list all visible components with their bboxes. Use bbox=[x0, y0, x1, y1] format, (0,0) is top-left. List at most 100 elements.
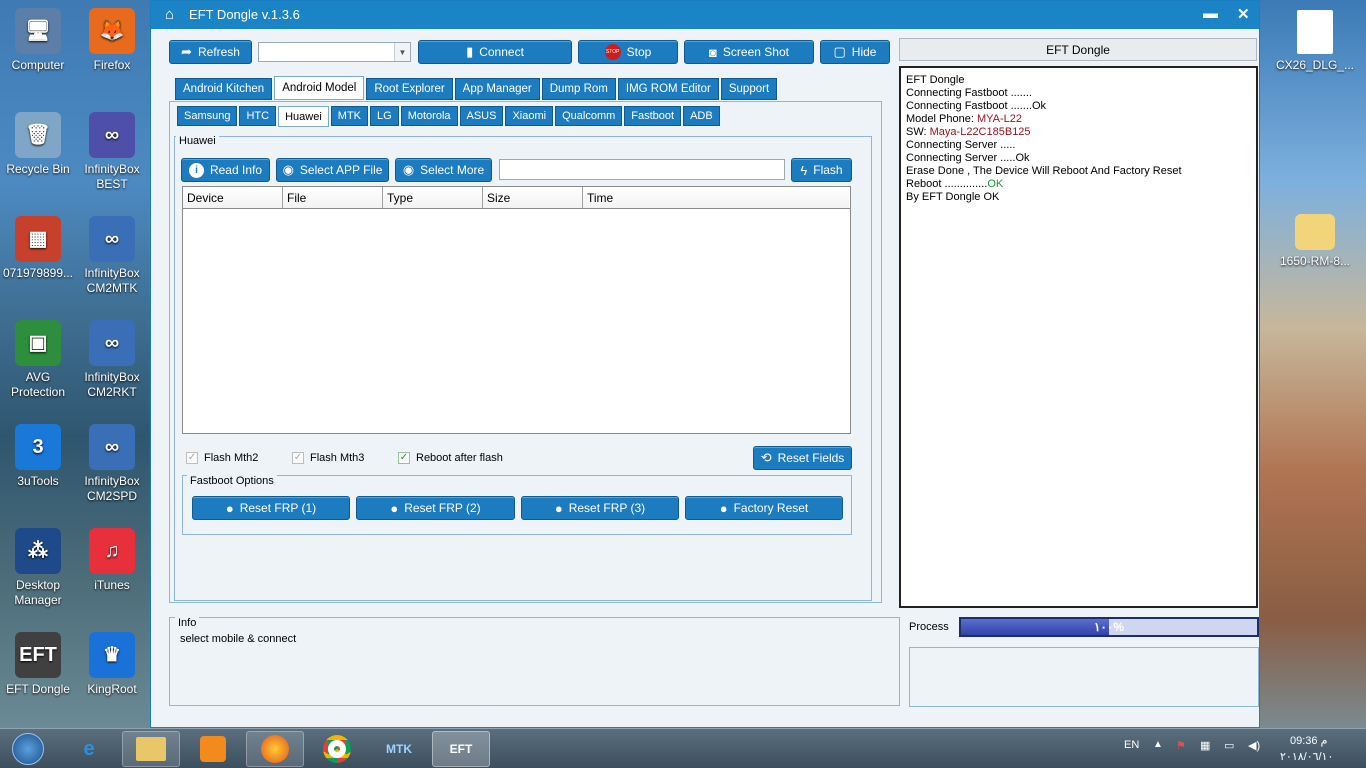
client-area: ➦ Refresh ▼ ▮ Connect STOP Stop ◙ Screen… bbox=[151, 29, 1259, 727]
subtab-mtk[interactable]: MTK bbox=[330, 106, 369, 126]
desktop-icon-infinitybox-cm2spd[interactable]: ∞ InfinityBox CM2SPD bbox=[74, 424, 150, 504]
close-button[interactable]: ✕ bbox=[1237, 5, 1250, 23]
app-icon: 🦊 bbox=[89, 8, 135, 54]
log-output[interactable]: EFT Dongle Connecting Fastboot ....... Con… bbox=[899, 66, 1258, 608]
subtab-lg[interactable]: LG bbox=[370, 106, 399, 126]
desktop-icon-recycle-bin[interactable]: 🗑 Recycle Bin bbox=[0, 112, 76, 177]
flash-mth3-checkbox[interactable]: ✓ Flash Mth3 bbox=[292, 452, 364, 464]
flash-button[interactable]: ϟ Flash bbox=[791, 158, 852, 182]
flag-icon[interactable]: ⚑ bbox=[1176, 739, 1186, 752]
main-tabs: Android Kitchen Android Model Root Explore… bbox=[175, 76, 778, 100]
subtab-xiaomi[interactable]: Xiaomi bbox=[505, 106, 554, 126]
subtab-htc[interactable]: HTC bbox=[239, 106, 277, 126]
log-line-text: SW: bbox=[906, 126, 930, 138]
tab-app-manager[interactable]: App Manager bbox=[454, 78, 540, 100]
flash-mth2-checkbox[interactable]: ✓ Flash Mth2 bbox=[186, 452, 258, 464]
hide-icon: ▢ bbox=[833, 44, 846, 59]
subtab-adb[interactable]: ADB bbox=[683, 106, 720, 126]
monitor-icon[interactable]: ▭ bbox=[1224, 739, 1234, 752]
taskbar-cm2mtk[interactable]: MTK bbox=[370, 731, 428, 767]
tab-support[interactable]: Support bbox=[720, 78, 778, 100]
app-icon: ♛ bbox=[89, 632, 135, 678]
start-button[interactable] bbox=[4, 731, 52, 767]
minimize-button[interactable]: ▬ bbox=[1203, 5, 1218, 22]
subtab-qualcomm[interactable]: Qualcomm bbox=[555, 106, 623, 126]
subtab-asus[interactable]: ASUS bbox=[459, 106, 504, 126]
desktop-icon-infinitybox-cm2mtk[interactable]: ∞ InfinityBox CM2MTK bbox=[74, 216, 150, 296]
desktop-icon-computer[interactable]: 🖥 Computer bbox=[0, 8, 76, 73]
select-more-button[interactable]: ◉ Select More bbox=[395, 158, 492, 182]
desktop-icon-label: InfinityBox CM2MTK bbox=[84, 266, 140, 295]
read-info-button[interactable]: i Read Info bbox=[181, 158, 270, 182]
tab-android-model[interactable]: Android Model bbox=[274, 76, 365, 100]
port-select[interactable]: ▼ bbox=[258, 42, 411, 62]
process-label: Process bbox=[909, 621, 949, 633]
reset-frp-3-button[interactable]: ● Reset FRP (3) bbox=[521, 496, 679, 520]
taskbar-explorer[interactable] bbox=[122, 731, 180, 767]
sub-tabs: Samsung HTC Huawei MTK LG Motorola ASUS Xiaomi Q… bbox=[177, 106, 720, 127]
taskbar-eft-dongle[interactable]: EFT bbox=[432, 731, 490, 767]
stop-button[interactable]: STOP Stop bbox=[578, 40, 678, 64]
column-device[interactable]: Device bbox=[183, 187, 283, 208]
subtab-motorola[interactable]: Motorola bbox=[400, 106, 458, 126]
desktop-icon-eft-dongle[interactable]: EFT EFT Dongle bbox=[0, 632, 76, 697]
desktop-icon-itunes[interactable]: ♫ iTunes bbox=[74, 528, 150, 593]
desktop-icon-file[interactable]: CX26_DLG_... bbox=[1275, 10, 1355, 73]
column-file[interactable]: File bbox=[283, 187, 383, 208]
desktop-icon-folder[interactable]: 1650-RM-8... bbox=[1275, 214, 1355, 269]
screenshot-button[interactable]: ◙ Screen Shot bbox=[684, 40, 814, 64]
clock-date[interactable]: ٢٠١٨/٠٦/١٠ bbox=[1280, 750, 1333, 763]
desktop-icon-desktop-manager[interactable]: ⁂ Desktop Manager bbox=[0, 528, 76, 608]
desktop-icon-label: EFT Dongle bbox=[6, 682, 70, 696]
desktop-icon-infinitybox-cm2rkt[interactable]: ∞ InfinityBox CM2RKT bbox=[74, 320, 150, 400]
taskbar-firefox[interactable] bbox=[246, 731, 304, 767]
desktop-icon-kingroot[interactable]: ♛ KingRoot bbox=[74, 632, 150, 697]
desktop-icon-avg-protection[interactable]: ▣ AVG Protection bbox=[0, 320, 76, 400]
tab-root-explorer[interactable]: Root Explorer bbox=[366, 78, 453, 100]
folder-icon: ◉ bbox=[402, 162, 415, 177]
home-icon[interactable]: ⌂ bbox=[165, 6, 174, 23]
tab-android-kitchen[interactable]: Android Kitchen bbox=[175, 78, 273, 100]
log-line-text: Connecting Server .....Ok bbox=[906, 152, 1030, 164]
camera-icon: ◙ bbox=[709, 44, 717, 60]
taskbar-ie[interactable]: e bbox=[60, 731, 118, 767]
desktop-background-right bbox=[1260, 0, 1366, 728]
tab-dump-rom[interactable]: Dump Rom bbox=[541, 78, 616, 100]
select-app-file-button[interactable]: ◉ Select APP File bbox=[276, 158, 389, 182]
file-path-field[interactable] bbox=[499, 159, 785, 180]
log-line-text: Model Phone: bbox=[906, 113, 977, 125]
taskbar-chrome[interactable] bbox=[308, 731, 366, 767]
clock-time[interactable]: 09:36 م bbox=[1290, 734, 1327, 747]
refresh-button[interactable]: ➦ Refresh bbox=[169, 40, 252, 64]
factory-reset-button[interactable]: ● Factory Reset bbox=[685, 496, 843, 520]
desktop-icon-firefox[interactable]: 🦊 Firefox bbox=[74, 8, 150, 73]
reset-fields-button[interactable]: ⟲ Reset Fields bbox=[753, 446, 852, 470]
show-hidden-icons[interactable]: ▲ bbox=[1153, 739, 1163, 750]
log-line-text: Connecting Server ..... bbox=[906, 139, 1016, 151]
tab-img-rom-editor[interactable]: IMG ROM Editor bbox=[617, 78, 719, 100]
connect-button[interactable]: ▮ Connect bbox=[418, 40, 572, 64]
reset-frp-2-button[interactable]: ● Reset FRP (2) bbox=[356, 496, 515, 520]
language-indicator[interactable]: EN bbox=[1124, 739, 1139, 751]
file-table[interactable]: Device File Type Size Time bbox=[182, 186, 851, 434]
reset-frp-1-button[interactable]: ● Reset FRP (1) bbox=[192, 496, 350, 520]
column-size[interactable]: Size bbox=[483, 187, 583, 208]
reboot-after-flash-checkbox[interactable]: ✓ Reboot after flash bbox=[398, 452, 503, 464]
subtab-fastboot[interactable]: Fastboot bbox=[624, 106, 682, 126]
subtab-huawei[interactable]: Huawei bbox=[278, 106, 329, 127]
checkmark-icon: ✓ bbox=[398, 452, 410, 464]
desktop-icon-infinitybox-best[interactable]: ∞ InfinityBox BEST bbox=[74, 112, 150, 192]
volume-icon[interactable]: ◀) bbox=[1248, 739, 1260, 752]
log-line: Connecting Fastboot .......Ok bbox=[906, 100, 1251, 113]
app-icon: EFT bbox=[15, 632, 61, 678]
hide-button[interactable]: ▢ Hide bbox=[820, 40, 890, 64]
column-time[interactable]: Time bbox=[583, 187, 849, 208]
subtab-samsung[interactable]: Samsung bbox=[177, 106, 238, 126]
network-icon[interactable]: ▦ bbox=[1200, 739, 1210, 752]
column-type[interactable]: Type bbox=[383, 187, 483, 208]
chevron-down-icon[interactable]: ▼ bbox=[394, 43, 410, 61]
desktop-icon-3utools[interactable]: 3 3uTools bbox=[0, 424, 76, 489]
media-player-icon bbox=[200, 736, 226, 762]
taskbar-media-player[interactable] bbox=[184, 731, 242, 767]
desktop-icon-071979899[interactable]: ▦ 071979899... bbox=[0, 216, 76, 281]
